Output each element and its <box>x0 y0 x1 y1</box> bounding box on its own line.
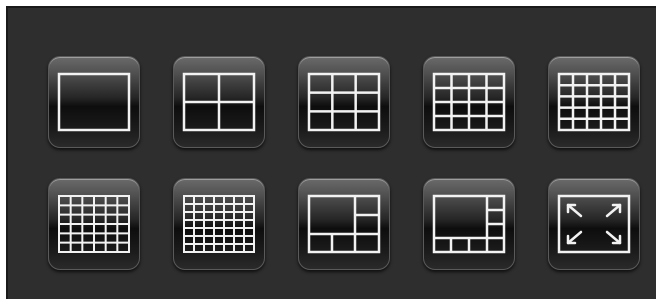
fortynine-view-icon <box>183 195 255 253</box>
quad-view-icon <box>182 72 256 132</box>
thirtysix-view-icon <box>58 195 130 253</box>
layout-6-button[interactable] <box>298 178 390 270</box>
layout-8-button[interactable] <box>423 178 515 270</box>
one-plus-seven-view-icon <box>432 194 506 254</box>
layout-9-button[interactable] <box>298 56 390 148</box>
layout-36-button[interactable] <box>48 178 140 270</box>
twentyfive-view-icon <box>557 72 631 132</box>
nine-view-icon <box>307 72 381 132</box>
layout-25-button[interactable] <box>548 56 640 148</box>
layout-49-button[interactable] <box>173 178 265 270</box>
layout-1-button[interactable] <box>48 56 140 148</box>
layout-button-grid <box>48 56 640 270</box>
single-view-icon <box>57 72 131 132</box>
sixteen-view-icon <box>432 72 506 132</box>
layout-4-button[interactable] <box>173 56 265 148</box>
fullscreen-icon <box>557 194 631 254</box>
one-plus-five-view-icon <box>307 194 381 254</box>
fullscreen-button[interactable] <box>548 178 640 270</box>
layout-16-button[interactable] <box>423 56 515 148</box>
layout-panel <box>6 6 656 299</box>
